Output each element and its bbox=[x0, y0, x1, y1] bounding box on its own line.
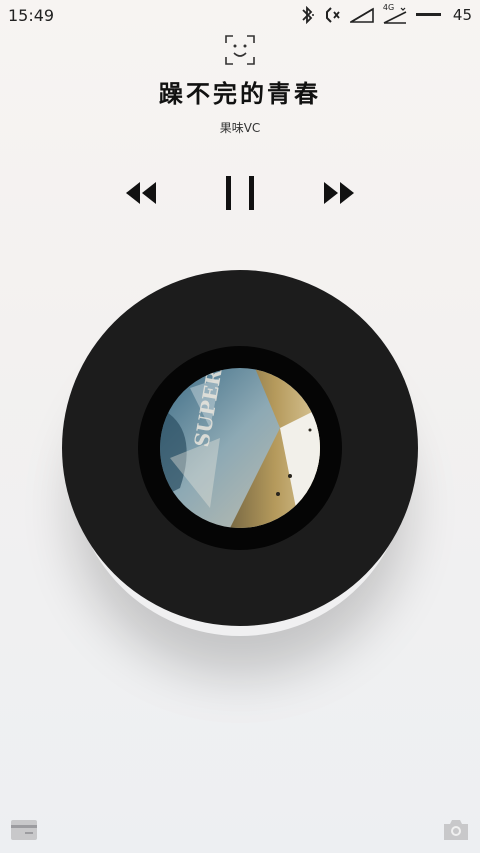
status-time: 15:49 bbox=[8, 6, 55, 25]
rewind-icon bbox=[126, 182, 156, 204]
signal-icon bbox=[349, 7, 374, 23]
bluetooth-icon bbox=[300, 6, 314, 24]
album-art: SUPERCO bbox=[160, 368, 320, 528]
status-icons: 4G 45 bbox=[300, 3, 472, 25]
signal-4g-icon: 4G bbox=[383, 3, 407, 24]
battery-level: 45 bbox=[452, 6, 472, 24]
status-bar: 15:49 4G 45 bbox=[0, 0, 480, 30]
camera-icon[interactable] bbox=[442, 816, 470, 842]
song-artist: 果味VC bbox=[219, 121, 261, 135]
rewind-button[interactable] bbox=[124, 180, 158, 206]
mute-icon bbox=[323, 6, 341, 24]
pause-icon bbox=[226, 176, 254, 210]
battery-icon bbox=[415, 10, 442, 20]
song-title: 躁不完的青春 bbox=[159, 80, 321, 108]
fast-forward-icon bbox=[324, 182, 354, 204]
playback-controls bbox=[0, 170, 480, 216]
fast-forward-button[interactable] bbox=[322, 180, 356, 206]
pause-button[interactable] bbox=[224, 174, 256, 212]
wallet-icon[interactable] bbox=[10, 818, 38, 842]
face-icon[interactable] bbox=[224, 34, 256, 66]
